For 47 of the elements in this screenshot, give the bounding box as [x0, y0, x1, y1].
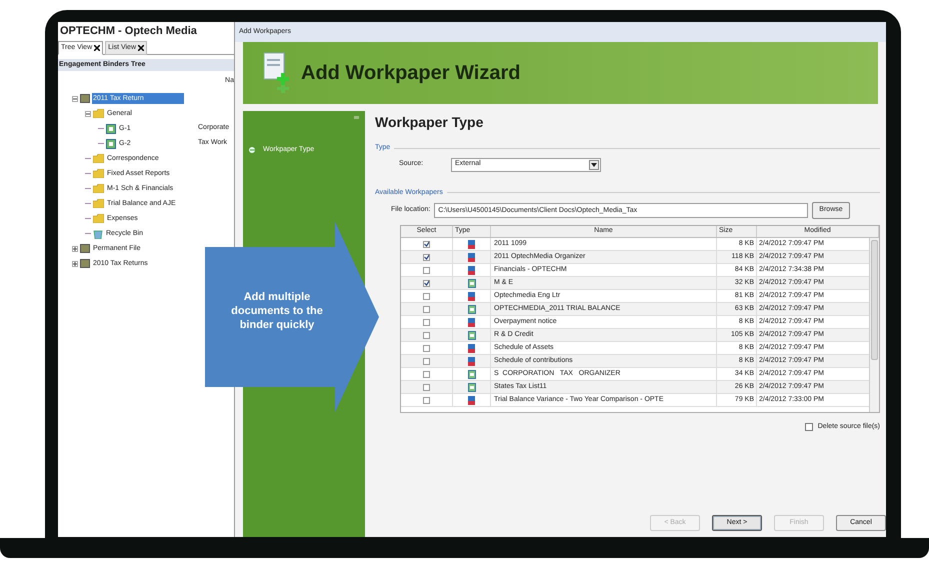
- spreadsheet-icon: [468, 278, 476, 288]
- checkbox[interactable]: [804, 423, 813, 432]
- arrow-icon: [249, 147, 257, 153]
- spreadsheet-icon: [468, 304, 476, 314]
- checkbox[interactable]: [423, 396, 430, 404]
- checkbox[interactable]: [423, 384, 430, 390]
- dropdown-arrow-icon: [589, 160, 599, 170]
- checkbox[interactable]: [423, 266, 430, 274]
- document-icon: [468, 292, 475, 300]
- folder-icon: [93, 169, 104, 178]
- document-icon: [468, 266, 475, 274]
- checkbox[interactable]: [423, 280, 430, 286]
- expander-icon[interactable]: [85, 110, 91, 116]
- wizard-title: Add Workpaper Wizard: [301, 61, 520, 86]
- document-icon: [468, 252, 475, 262]
- app-title: OPTECHM - Optech Media: [59, 24, 198, 39]
- checkbox[interactable]: [423, 358, 430, 364]
- scrollbar[interactable]: [869, 238, 879, 412]
- folder-icon: [93, 154, 104, 163]
- checkbox[interactable]: [423, 254, 430, 260]
- document-icon: [468, 396, 475, 404]
- binder-icon: [80, 94, 90, 103]
- close-icon[interactable]: [94, 45, 100, 51]
- folder-icon: [93, 214, 104, 223]
- add-document-icon: [263, 51, 291, 95]
- document-icon: [468, 356, 475, 366]
- close-icon[interactable]: [138, 45, 144, 51]
- checkbox[interactable]: [423, 332, 430, 338]
- checkbox[interactable]: [423, 306, 430, 312]
- expander-icon[interactable]: [72, 96, 78, 102]
- checkbox[interactable]: [423, 370, 430, 378]
- recycle-bin-icon: [93, 228, 103, 238]
- checkbox[interactable]: [423, 292, 430, 300]
- checkbox[interactable]: [423, 240, 430, 248]
- checkbox[interactable]: [423, 344, 430, 352]
- spreadsheet-icon: [468, 330, 476, 340]
- folder-icon: [93, 199, 104, 208]
- folder-icon: [93, 184, 104, 193]
- expander-icon[interactable]: [72, 246, 78, 252]
- page-title: Workpaper Type: [375, 113, 484, 132]
- document-icon: [468, 318, 475, 326]
- document-icon: [468, 240, 475, 248]
- folder-icon: [93, 109, 104, 118]
- checkbox[interactable]: [423, 318, 430, 326]
- callout-text: Add multiple documents to the binder quickly: [230, 290, 324, 332]
- document-icon: [468, 344, 475, 352]
- expander-icon[interactable]: [72, 260, 78, 266]
